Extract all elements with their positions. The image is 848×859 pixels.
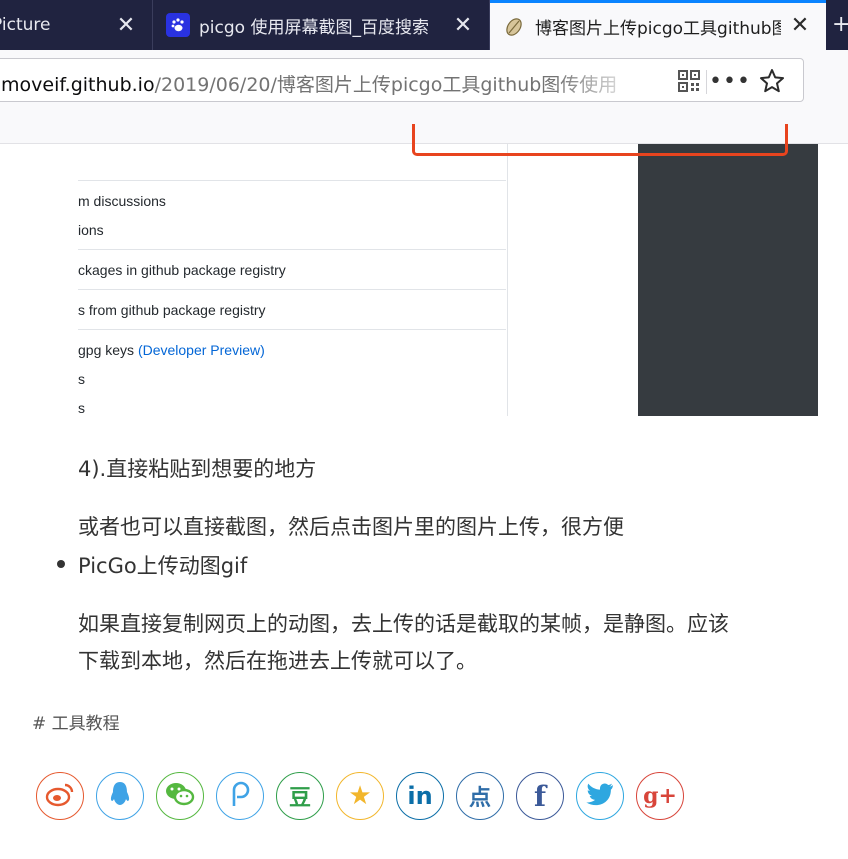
linkedin-icon: in [407, 782, 433, 810]
bookmark-star-icon[interactable] [757, 67, 787, 95]
tab-title: Picture [0, 15, 51, 35]
page-actions-icon[interactable]: ••• [709, 68, 750, 94]
step-4-paragraph: 4).直接粘贴到想要的地方 [78, 457, 317, 481]
url-path: /2019/06/20/博客图片上传picgo工具github图传使用 [154, 74, 618, 96]
tab-title: 博客图片上传picgo工具github图传使用 [535, 19, 781, 39]
tab-strip: Picture ✕ picgo 使用屏幕截图_百度搜索 ✕ 博客图片上传picg… [0, 0, 848, 50]
developer-preview-link: (Developer Preview) [137, 342, 265, 358]
divider [78, 329, 506, 330]
page-content: m discussions ions ckages in github pack… [0, 124, 848, 859]
wechat-icon [164, 780, 196, 812]
divider [78, 180, 506, 181]
site-favicon-icon [506, 17, 522, 36]
tab-blog-post[interactable]: 博客图片上传picgo工具github图传使用 ✕ [490, 0, 826, 50]
qr-code-icon[interactable] [677, 69, 701, 93]
twitter-bird-icon [585, 781, 615, 811]
tab-picture[interactable]: Picture ✕ [0, 0, 152, 50]
screenshot-row: s from github package registry [78, 302, 266, 318]
share-wechat-button[interactable] [156, 772, 204, 820]
share-qzone-button[interactable] [216, 772, 264, 820]
tag-tools-tutorial[interactable]: # 工具教程 [32, 709, 120, 734]
screenshot-row: gpg keys (Developer Preview) [78, 342, 506, 358]
share-facebook-button[interactable]: f [516, 772, 564, 820]
google-plus-icon: g+ [643, 783, 677, 809]
screenshot-row: s [78, 400, 85, 416]
toolbar-divider [706, 70, 707, 94]
screenshot-row: s [78, 371, 85, 387]
tab-title: picgo 使用屏幕截图_百度搜索 [199, 17, 429, 38]
share-buttons-row: 豆 ★ in 点 f g+ [36, 772, 696, 824]
screenshot-menu-panel: m discussions ions ckages in github pack… [78, 144, 508, 416]
gif-paragraph-line-2: 下载到本地，然后在拖进去上传就可以了。 [78, 649, 477, 673]
close-icon[interactable]: ✕ [114, 13, 138, 38]
share-weibo-button[interactable] [36, 772, 84, 820]
divider [78, 249, 506, 250]
facebook-icon: f [533, 779, 547, 813]
new-tab-button[interactable]: + [832, 12, 848, 37]
qzone-icon [228, 780, 252, 812]
url-text[interactable]: moveif.github.io/2019/06/20/博客图片上传picgo工… [1, 70, 641, 97]
baidu-favicon-icon [166, 13, 190, 37]
list-item-picgo-gif: PicGo上传动图gif [78, 554, 248, 578]
list-bullet [57, 560, 65, 568]
share-google-plus-button[interactable]: g+ [636, 772, 684, 820]
close-icon[interactable]: ✕ [451, 13, 475, 38]
gif-paragraph-line-1: 如果直接复制网页上的动图，去上传的话是截取的某帧，是静图。应该 [78, 612, 729, 636]
screenshot-dark-panel [638, 144, 818, 416]
alt-screenshot-paragraph: 或者也可以直接截图，然后点击图片里的图片上传，很方便 [78, 515, 624, 539]
screenshot-row-text: gpg keys [78, 342, 138, 358]
screenshot-row: ions [78, 222, 104, 238]
share-diandian-button[interactable]: 点 [456, 772, 504, 820]
close-icon[interactable]: ✕ [788, 13, 812, 38]
qq-penguin-icon [109, 780, 131, 812]
douban-icon: 豆 [288, 786, 311, 811]
share-qq-favorites-button[interactable]: ★ [336, 772, 384, 820]
embedded-screenshot-image: m discussions ions ckages in github pack… [78, 124, 818, 416]
address-bar[interactable]: moveif.github.io/2019/06/20/博客图片上传picgo工… [0, 58, 804, 102]
weibo-icon [45, 781, 75, 811]
diandian-icon: 点 [468, 786, 491, 811]
star-icon: ★ [348, 781, 372, 811]
url-host: moveif.github.io [1, 74, 155, 96]
url-fade [555, 63, 645, 97]
screenshot-row: m discussions [78, 193, 166, 209]
share-douban-button[interactable]: 豆 [276, 772, 324, 820]
screenshot-row: ckages in github package registry [78, 262, 286, 278]
screenshot-highlight-box [412, 124, 788, 156]
tab-baidu-search[interactable]: picgo 使用屏幕截图_百度搜索 ✕ [153, 0, 489, 50]
share-linkedin-button[interactable]: in [396, 772, 444, 820]
share-twitter-button[interactable] [576, 772, 624, 820]
divider [78, 289, 506, 290]
share-qq-button[interactable] [96, 772, 144, 820]
